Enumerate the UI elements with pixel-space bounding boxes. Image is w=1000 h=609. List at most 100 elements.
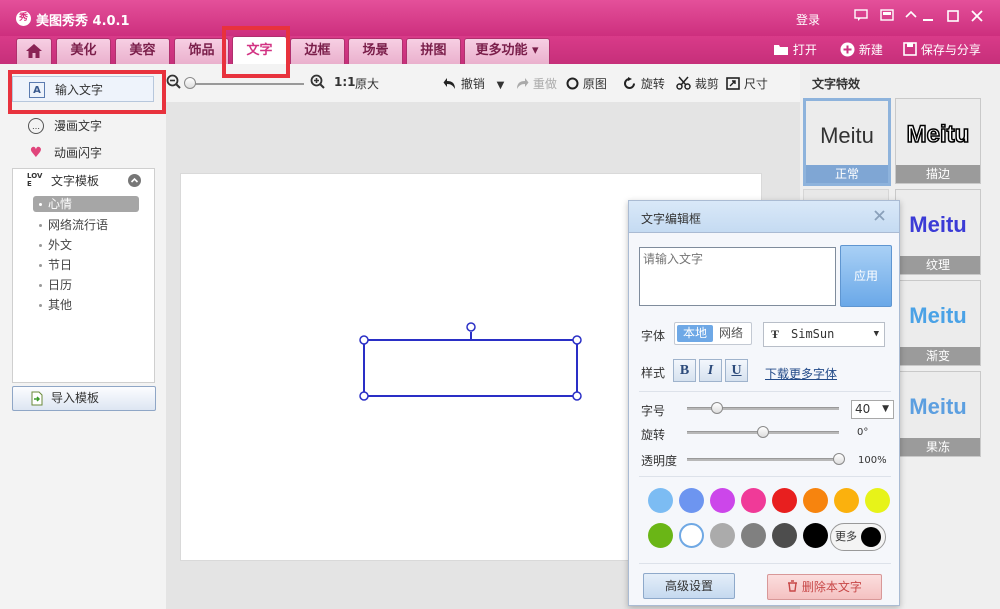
apply-button[interactable]: 应用 (840, 245, 892, 307)
color-swatch[interactable] (679, 488, 704, 513)
template-foreign[interactable]: 外文 (33, 237, 139, 253)
message-icon[interactable] (852, 9, 870, 25)
italic-button[interactable]: I (699, 359, 722, 382)
opacity-slider[interactable] (687, 458, 839, 461)
tab-makeup[interactable]: 美容 (115, 38, 170, 64)
color-swatch[interactable] (803, 488, 828, 513)
save-label: 保存与分享 (920, 43, 981, 57)
divider (639, 391, 891, 392)
dialog-title: 文字编辑框 (641, 212, 702, 226)
size-slider-knob[interactable] (711, 402, 724, 414)
template-internet-slang[interactable]: 网络流行语 (33, 217, 139, 233)
dialog-close-icon[interactable] (873, 208, 886, 226)
login-link[interactable]: 登录 (796, 11, 820, 28)
crop-label: 裁剪 (694, 77, 719, 91)
tab-collage[interactable]: 拼图 (406, 38, 461, 64)
color-swatch[interactable] (803, 523, 828, 548)
new-label: 新建 (858, 43, 883, 57)
original-size-button[interactable]: 原大 (355, 75, 379, 92)
resize-label: 尺寸 (743, 77, 768, 91)
download-fonts-link[interactable]: 下载更多字体 (765, 365, 837, 382)
zoom-slider[interactable] (188, 83, 304, 85)
color-swatch[interactable] (710, 488, 735, 513)
zoom-out-icon[interactable] (166, 74, 182, 93)
import-template-button[interactable]: 导入模板 (12, 386, 156, 411)
collapse-icon[interactable] (128, 174, 141, 187)
zoom-reset-button[interactable]: 1:1 (334, 75, 356, 89)
dialog-header[interactable]: 文字编辑框 (629, 201, 899, 233)
tab-accessories[interactable]: 饰品 (174, 38, 229, 64)
effect-stroke[interactable]: Meitu 描边 (895, 98, 981, 184)
tab-text[interactable]: 文字 (232, 36, 287, 64)
color-swatch[interactable] (772, 488, 797, 513)
color-swatch[interactable] (679, 523, 704, 548)
save-icon (903, 42, 921, 57)
advanced-settings-button[interactable]: 高级设置 (643, 573, 735, 599)
effect-normal[interactable]: Meitu 正常 (803, 98, 891, 186)
open-button[interactable]: 打开 (773, 41, 817, 58)
template-header[interactable]: LOVE 文字模板 (13, 169, 154, 193)
color-swatch[interactable] (865, 488, 890, 513)
color-swatch[interactable] (772, 523, 797, 548)
color-swatch[interactable] (741, 523, 766, 548)
resize-button[interactable]: 尺寸 (726, 75, 768, 92)
delete-text-button[interactable]: 删除本文字 (767, 574, 882, 600)
speech-bubble-icon: … (28, 118, 44, 134)
effect-gradient[interactable]: Meitu 渐变 (895, 280, 981, 366)
color-swatch[interactable] (834, 488, 859, 513)
tab-scene[interactable]: 场景 (348, 38, 403, 64)
size-select[interactable]: 40 ▼ (851, 400, 894, 419)
close-icon[interactable] (968, 9, 986, 25)
font-select[interactable]: Ŧ SimSun ▼ (763, 322, 885, 347)
font-local-tab[interactable]: 本地 (677, 325, 713, 342)
text-input[interactable] (639, 247, 836, 306)
app-title: 美图秀秀 4.0.1 (36, 14, 130, 29)
new-button[interactable]: 新建 (840, 41, 883, 58)
color-swatch[interactable] (710, 523, 735, 548)
undo-icon (443, 77, 461, 91)
zoom-in-icon[interactable] (310, 74, 326, 93)
home-icon[interactable] (16, 38, 52, 64)
effect-jelly[interactable]: Meitu 果冻 (895, 371, 981, 457)
comic-text-item[interactable]: … 漫画文字 (12, 113, 154, 139)
underline-button[interactable]: U (725, 359, 748, 382)
undo-button[interactable]: 撤销 ▼ (443, 75, 504, 92)
size-slider[interactable] (687, 407, 839, 410)
effect-texture[interactable]: Meitu 纹理 (895, 189, 981, 275)
tab-beautify[interactable]: 美化 (56, 38, 111, 64)
tab-more[interactable]: 更多功能 ▾ (464, 38, 550, 64)
original-image-button[interactable]: 原图 (566, 75, 607, 92)
text-edit-dialog: 文字编辑框 应用 字体 本地 网络 Ŧ SimSun ▼ 样式 B I U 下载… (628, 200, 900, 606)
minimize-icon[interactable] (919, 9, 937, 25)
font-net-tab[interactable]: 网络 (713, 325, 749, 342)
undo-dropdown-icon[interactable]: ▼ (497, 80, 505, 91)
more-colors-button[interactable]: 更多 (830, 523, 886, 551)
template-holiday[interactable]: 节日 (33, 257, 139, 273)
tab-frame[interactable]: 边框 (290, 38, 345, 64)
maximize-icon[interactable] (944, 9, 962, 25)
save-share-button[interactable]: 保存与分享 (903, 41, 981, 58)
effect-jelly-sample: Meitu (909, 394, 967, 419)
redo-button[interactable]: 重做 (515, 75, 557, 92)
color-swatch[interactable] (741, 488, 766, 513)
input-text-item[interactable]: A 输入文字 (12, 76, 154, 102)
menu-icon[interactable] (902, 9, 920, 25)
rotate-button[interactable]: 旋转 (623, 75, 665, 92)
animated-text-item[interactable]: ♥ 动画闪字 (12, 140, 154, 166)
rotate-slider-knob[interactable] (757, 426, 769, 438)
divider-3 (639, 563, 891, 564)
template-mood[interactable]: 心情 (33, 196, 139, 212)
original-image-label: 原图 (582, 77, 607, 91)
template-calendar[interactable]: 日历 (33, 277, 139, 293)
color-swatch[interactable] (648, 488, 673, 513)
crop-button[interactable]: 裁剪 (676, 75, 719, 92)
zoom-slider-knob[interactable] (184, 77, 197, 89)
template-other[interactable]: 其他 (33, 297, 139, 313)
bold-button[interactable]: B (673, 359, 696, 382)
truetype-icon: Ŧ (771, 327, 780, 341)
color-swatch[interactable] (648, 523, 673, 548)
skin-icon[interactable] (878, 9, 896, 25)
opacity-slider-knob[interactable] (833, 453, 845, 465)
chevron-down-icon: ▼ (873, 329, 879, 339)
delete-text-label: 删除本文字 (801, 580, 862, 594)
